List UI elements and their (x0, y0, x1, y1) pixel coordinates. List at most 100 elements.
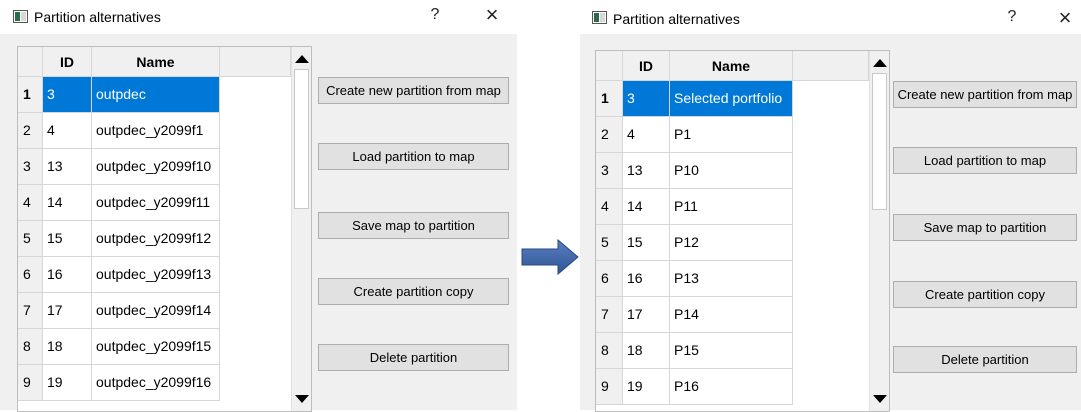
table-row[interactable]: 2 4 outpdec_y2099f1 (18, 113, 291, 149)
name-cell[interactable]: P15 (670, 333, 793, 369)
table-row[interactable]: 9 19 outpdec_y2099f16 (18, 365, 291, 401)
id-cell[interactable]: 14 (43, 185, 92, 221)
id-cell[interactable]: 16 (623, 261, 670, 297)
name-cell[interactable]: outpdec_y2099f13 (92, 257, 220, 293)
column-header-id[interactable]: ID (623, 51, 670, 81)
row-number[interactable]: 5 (596, 225, 623, 261)
row-number[interactable]: 2 (18, 113, 43, 149)
id-cell[interactable]: 19 (623, 369, 670, 405)
create-partition-copy-button[interactable]: Create partition copy (318, 278, 509, 305)
id-cell[interactable]: 13 (623, 153, 670, 189)
close-icon[interactable]: × (1055, 6, 1075, 30)
save-map-button[interactable]: Save map to partition (318, 212, 509, 239)
name-cell[interactable]: outpdec_y2099f15 (92, 329, 220, 365)
create-new-partition-button[interactable]: Create new partition from map (318, 77, 509, 104)
name-cell[interactable]: P11 (670, 189, 793, 225)
name-cell[interactable]: P12 (670, 225, 793, 261)
scroll-up-icon[interactable] (295, 55, 309, 63)
id-cell[interactable]: 18 (43, 329, 92, 365)
name-cell[interactable]: outpdec_y2099f14 (92, 293, 220, 329)
row-number[interactable]: 5 (18, 221, 43, 257)
partition-table[interactable]: ID Name 1 3 Selected portfolio 2 4 P1 3 … (595, 50, 890, 412)
name-cell[interactable]: P16 (670, 369, 793, 405)
row-number[interactable]: 7 (18, 293, 43, 329)
table-row[interactable]: 3 13 outpdec_y2099f10 (18, 149, 291, 185)
id-cell[interactable]: 15 (623, 225, 670, 261)
row-number[interactable]: 2 (596, 117, 623, 153)
column-header-id[interactable]: ID (43, 47, 92, 77)
name-cell[interactable]: outpdec_y2099f12 (92, 221, 220, 257)
id-cell[interactable]: 18 (623, 333, 670, 369)
row-number[interactable]: 9 (18, 365, 43, 401)
column-header-name[interactable]: Name (670, 51, 793, 81)
scroll-thumb[interactable] (872, 73, 887, 210)
id-cell[interactable]: 13 (43, 149, 92, 185)
create-new-partition-button[interactable]: Create new partition from map (893, 81, 1077, 108)
row-number[interactable]: 1 (596, 81, 623, 117)
help-icon[interactable]: ? (427, 6, 443, 24)
table-row[interactable]: 1 3 Selected portfolio (596, 81, 869, 117)
name-cell[interactable]: outpdec (92, 77, 220, 113)
scroll-down-icon[interactable] (295, 395, 309, 403)
table-row[interactable]: 7 17 outpdec_y2099f14 (18, 293, 291, 329)
id-cell[interactable]: 14 (623, 189, 670, 225)
create-partition-copy-button[interactable]: Create partition copy (893, 281, 1077, 308)
table-row[interactable]: 4 14 P11 (596, 189, 869, 225)
row-number[interactable]: 3 (18, 149, 43, 185)
id-cell[interactable]: 19 (43, 365, 92, 401)
row-number[interactable]: 1 (18, 77, 43, 113)
table-row[interactable]: 2 4 P1 (596, 117, 869, 153)
row-number[interactable]: 9 (596, 369, 623, 405)
id-cell[interactable]: 15 (43, 221, 92, 257)
row-number[interactable]: 8 (596, 333, 623, 369)
name-cell[interactable]: P1 (670, 117, 793, 153)
id-cell[interactable]: 4 (623, 117, 670, 153)
table-row[interactable]: 4 14 outpdec_y2099f11 (18, 185, 291, 221)
table-row[interactable]: 5 15 outpdec_y2099f12 (18, 221, 291, 257)
name-cell[interactable]: outpdec_y2099f11 (92, 185, 220, 221)
table-row[interactable]: 8 18 outpdec_y2099f15 (18, 329, 291, 365)
name-cell[interactable]: outpdec_y2099f1 (92, 113, 220, 149)
delete-partition-button[interactable]: Delete partition (318, 344, 509, 371)
scroll-down-icon[interactable] (873, 395, 887, 403)
column-header-name[interactable]: Name (92, 47, 220, 77)
save-map-button[interactable]: Save map to partition (893, 214, 1077, 241)
id-cell[interactable]: 16 (43, 257, 92, 293)
scroll-thumb[interactable] (294, 69, 309, 209)
name-cell[interactable]: Selected portfolio (670, 81, 793, 117)
table-row[interactable]: 1 3 outpdec (18, 77, 291, 113)
id-cell[interactable]: 17 (43, 293, 92, 329)
vertical-scrollbar[interactable] (291, 47, 311, 411)
scroll-up-icon[interactable] (873, 59, 887, 67)
row-number[interactable]: 4 (596, 189, 623, 225)
id-cell[interactable]: 17 (623, 297, 670, 333)
row-number[interactable]: 3 (596, 153, 623, 189)
name-cell[interactable]: outpdec_y2099f16 (92, 365, 220, 401)
name-cell[interactable]: P13 (670, 261, 793, 297)
help-icon[interactable]: ? (1004, 8, 1020, 26)
delete-partition-button[interactable]: Delete partition (893, 346, 1077, 373)
name-cell[interactable]: outpdec_y2099f10 (92, 149, 220, 185)
row-number[interactable]: 8 (18, 329, 43, 365)
table-row[interactable]: 8 18 P15 (596, 333, 869, 369)
name-cell[interactable]: P14 (670, 297, 793, 333)
table-row[interactable]: 6 16 P13 (596, 261, 869, 297)
row-number[interactable]: 4 (18, 185, 43, 221)
table-row[interactable]: 3 13 P10 (596, 153, 869, 189)
id-cell[interactable]: 3 (623, 81, 670, 117)
table-row[interactable]: 5 15 P12 (596, 225, 869, 261)
table-row[interactable]: 7 17 P14 (596, 297, 869, 333)
close-icon[interactable]: × (482, 3, 502, 27)
table-row[interactable]: 9 19 P16 (596, 369, 869, 405)
table-row[interactable]: 6 16 outpdec_y2099f13 (18, 257, 291, 293)
load-partition-button[interactable]: Load partition to map (893, 147, 1077, 174)
row-number[interactable]: 7 (596, 297, 623, 333)
load-partition-button[interactable]: Load partition to map (318, 143, 509, 170)
partition-table[interactable]: ID Name 1 3 outpdec 2 4 outpdec_y2099f1 … (17, 46, 312, 412)
id-cell[interactable]: 4 (43, 113, 92, 149)
name-cell[interactable]: P10 (670, 153, 793, 189)
row-number[interactable]: 6 (596, 261, 623, 297)
vertical-scrollbar[interactable] (869, 51, 889, 411)
id-cell[interactable]: 3 (43, 77, 92, 113)
row-number[interactable]: 6 (18, 257, 43, 293)
